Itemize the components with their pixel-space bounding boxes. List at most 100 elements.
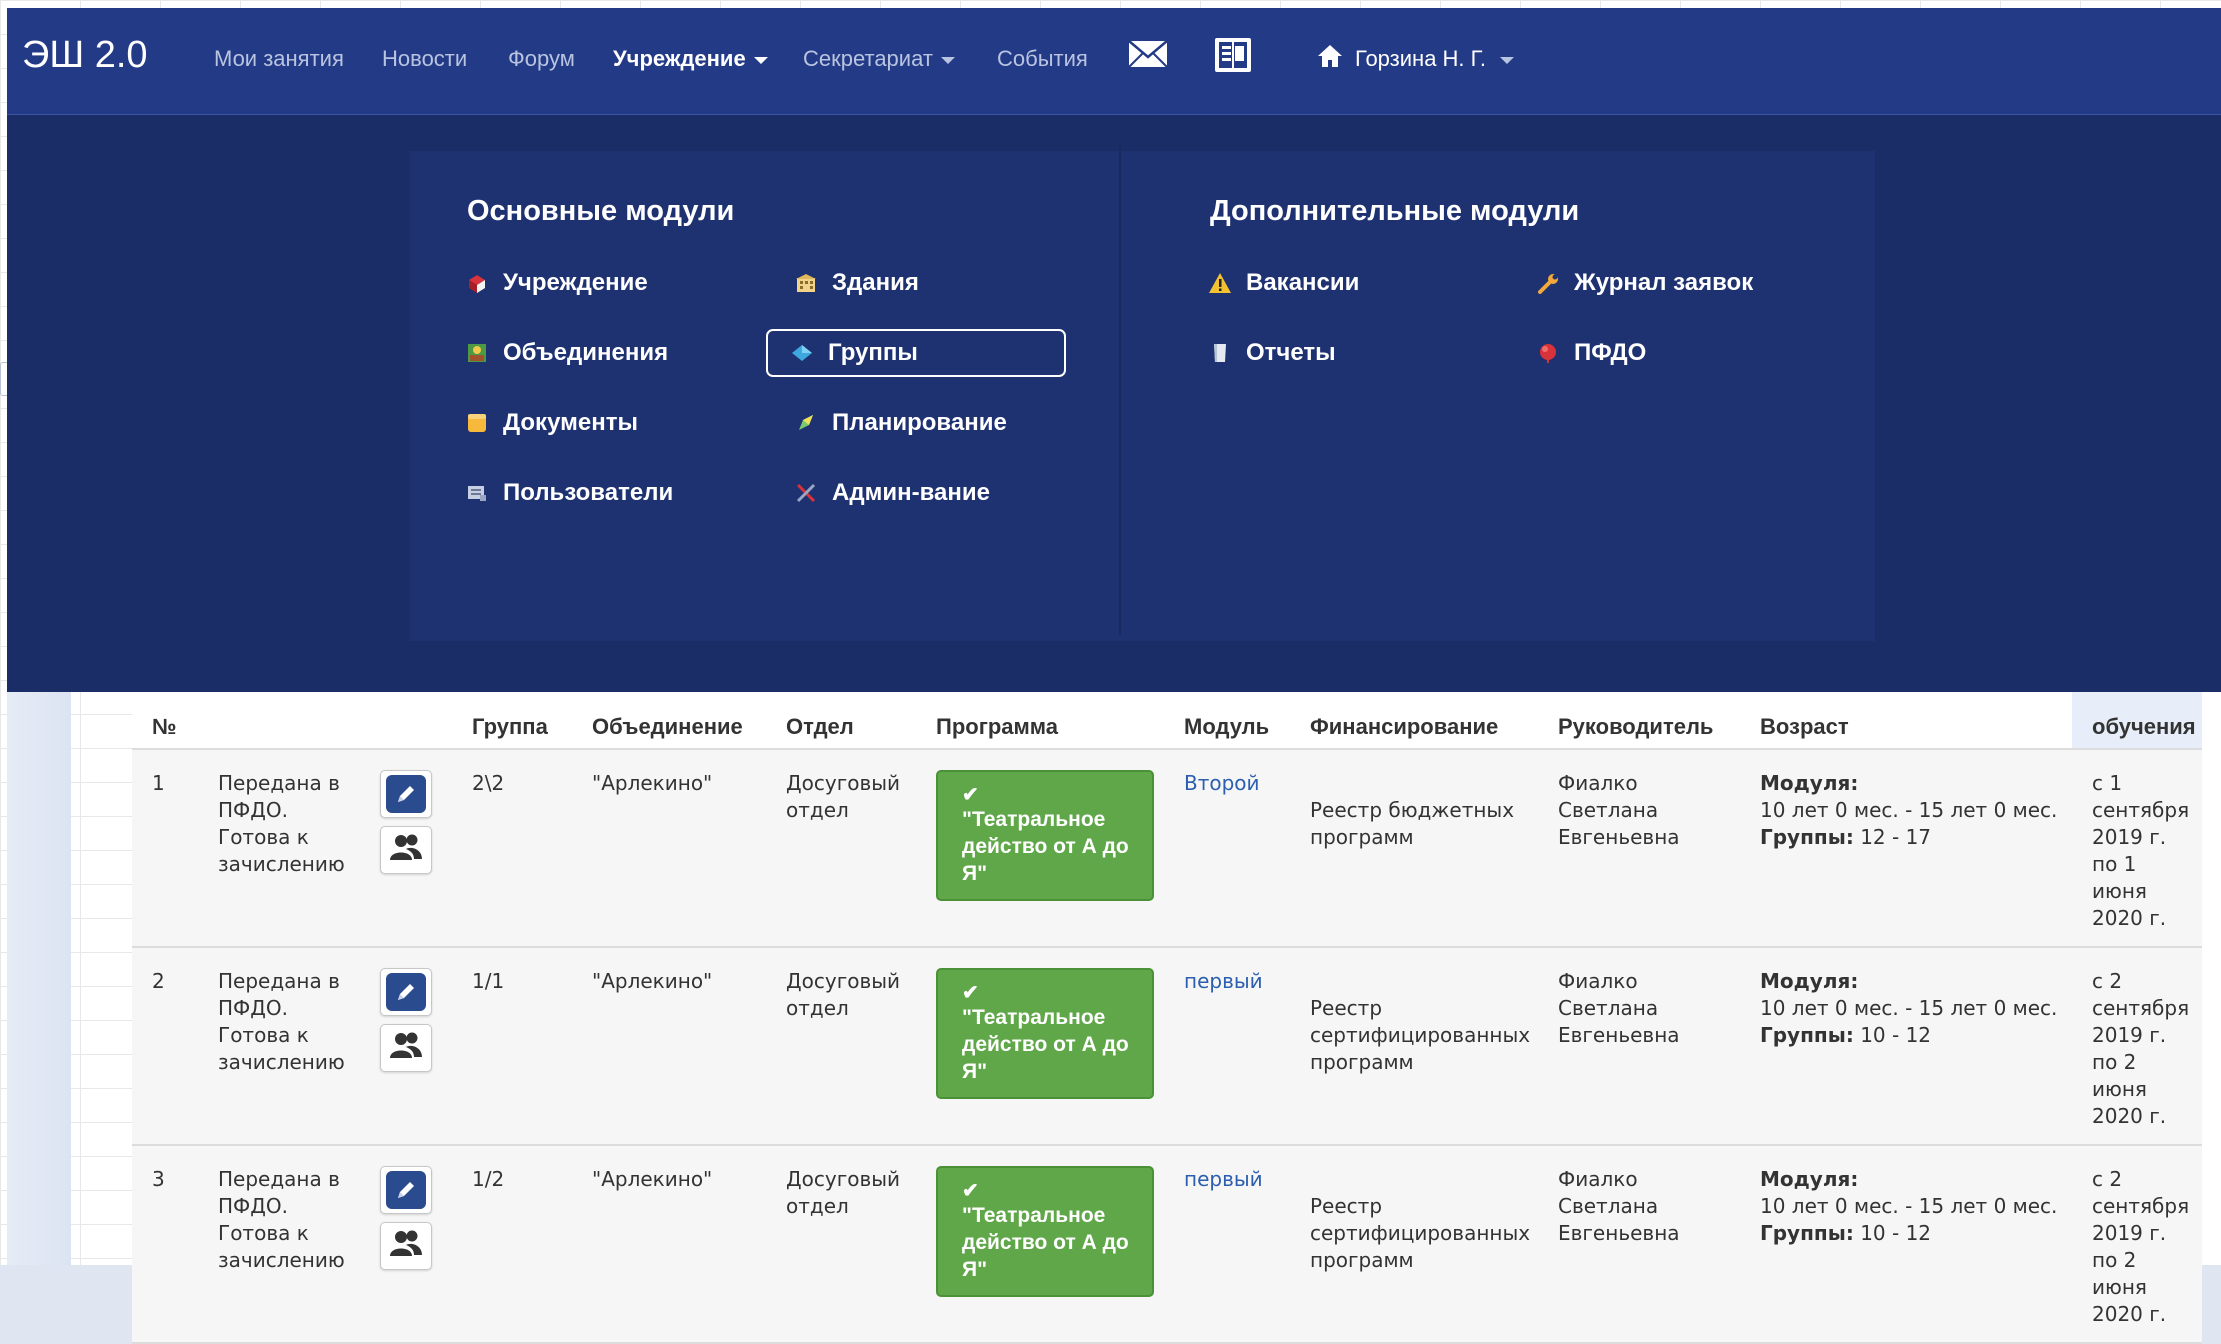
- nav-institution[interactable]: Учреждение: [613, 46, 768, 72]
- age-group-label: Группы:: [1760, 1023, 1854, 1047]
- nav-forum[interactable]: Форум: [508, 46, 575, 72]
- row-number: 3: [132, 1145, 198, 1344]
- menu-item-reports[interactable]: Отчеты: [1190, 329, 1490, 377]
- age-module-value: 10 лет 0 мес. - 15 лет 0 мес.: [1760, 1194, 2058, 1218]
- documents-icon: [465, 411, 489, 435]
- admin-tools-icon: [794, 481, 818, 505]
- col-header-department[interactable]: Отдел: [766, 690, 916, 750]
- users-list-icon: [465, 481, 489, 505]
- menu-item-documents[interactable]: Документы: [447, 399, 747, 447]
- pencil-icon: [386, 1171, 426, 1209]
- program-button[interactable]: ✔ "Театральное действо от А до Я": [936, 770, 1154, 901]
- user-menu[interactable]: Горзина Н. Г.: [1317, 44, 1514, 74]
- menu-item-label: Админ-вание: [832, 479, 990, 506]
- row-period: с 2 сентября 2019 г. по 2 июня 2020 г.: [2072, 1145, 2202, 1344]
- column-divider: [1119, 145, 1121, 635]
- groups-table-container: № Группа Объединение Отдел Программа Мод…: [132, 690, 2221, 1344]
- col-header-association[interactable]: Объединение: [572, 690, 766, 750]
- row-group: 2\2: [452, 749, 572, 948]
- module-link[interactable]: первый: [1184, 1167, 1263, 1191]
- students-button[interactable]: [380, 826, 432, 874]
- menu-item-groups[interactable]: Группы: [766, 329, 1066, 377]
- col-header-number[interactable]: №: [132, 690, 198, 750]
- row-module: первый: [1164, 947, 1290, 1146]
- nav-news[interactable]: Новости: [382, 46, 467, 72]
- menu-item-institution[interactable]: Учреждение: [447, 259, 747, 307]
- menu-item-label: Группы: [828, 339, 918, 366]
- institution-icon: [465, 271, 489, 295]
- col-header-group[interactable]: Группа: [452, 690, 572, 750]
- row-financing: Реестр сертифицированных программ: [1290, 1145, 1538, 1344]
- buildings-icon: [794, 271, 818, 295]
- menu-item-buildings[interactable]: Здания: [776, 259, 1076, 307]
- institution-dropdown-menu: [7, 115, 2221, 692]
- students-button[interactable]: [380, 1024, 432, 1072]
- menu-item-pfdo[interactable]: ПФДО: [1518, 329, 1818, 377]
- home-icon: [1317, 44, 1343, 74]
- menu-item-label: Объединения: [503, 339, 669, 366]
- age-module-value: 10 лет 0 мес. - 15 лет 0 мес.: [1760, 798, 2058, 822]
- menu-item-label: Планирование: [832, 409, 1007, 436]
- row-program-cell: ✔ "Театральное действо от А до Я": [916, 1145, 1164, 1344]
- col-header-financing[interactable]: Финансирование: [1290, 690, 1538, 750]
- row-financing: Реестр сертифицированных программ: [1290, 947, 1538, 1146]
- age-group-label: Группы:: [1760, 1221, 1854, 1245]
- row-status: Передана в ПФДО. Готова к зачислению: [198, 1145, 360, 1344]
- financing-text: Реестр бюджетных программ: [1310, 798, 1515, 849]
- menu-item-admin[interactable]: Админ-вание: [776, 469, 1076, 517]
- nav-secretariat[interactable]: Секретариат: [803, 46, 955, 72]
- wrench-icon: [1536, 271, 1560, 295]
- program-button[interactable]: ✔ "Театральное действо от А до Я": [936, 968, 1154, 1099]
- edit-button[interactable]: [380, 770, 432, 818]
- age-module-label: Модуля:: [1760, 1167, 1859, 1191]
- menu-item-label: Документы: [503, 409, 638, 436]
- row-department: Досуговый отдел: [766, 947, 916, 1146]
- row-actions: [360, 1145, 452, 1344]
- col-header-program[interactable]: Программа: [916, 690, 1164, 750]
- col-header-status: [198, 690, 360, 750]
- edit-button[interactable]: [380, 1166, 432, 1214]
- row-program-cell: ✔ "Театральное действо от А до Я": [916, 749, 1164, 948]
- menu-item-planning[interactable]: Планирование: [776, 399, 1076, 447]
- menu-item-associations[interactable]: Объединения: [447, 329, 747, 377]
- nav-my-classes[interactable]: Мои занятия: [214, 46, 344, 72]
- table-row: 2 Передана в ПФДО. Готова к зачислению 1…: [132, 947, 2202, 1146]
- age-group-value: 10 - 12: [1860, 1221, 1932, 1245]
- pencil-icon: [386, 973, 426, 1011]
- financing-text: Реестр сертифицированных программ: [1310, 996, 1531, 1074]
- age-module-label: Модуля:: [1760, 969, 1859, 993]
- module-link[interactable]: Второй: [1184, 771, 1260, 795]
- caret-down-icon: [1500, 57, 1514, 64]
- edit-button[interactable]: [380, 968, 432, 1016]
- row-status: Передана в ПФДО. Готова к зачислению: [198, 749, 360, 948]
- menu-item-label: ПФДО: [1574, 339, 1647, 366]
- nav-events[interactable]: События: [997, 46, 1088, 72]
- age-module-label: Модуля:: [1760, 771, 1859, 795]
- row-actions: [360, 947, 452, 1146]
- students-button[interactable]: [380, 1222, 432, 1270]
- col-header-period[interactable]: обучения: [2072, 690, 2202, 750]
- brand-logo[interactable]: ЭШ 2.0: [22, 34, 148, 77]
- mail-icon[interactable]: [1127, 38, 1169, 75]
- row-period: с 1 сентября 2019 г. по 1 июня 2020 г.: [2072, 749, 2202, 948]
- menu-item-vacancies[interactable]: Вакансии: [1190, 259, 1490, 307]
- groups-table: № Группа Объединение Отдел Программа Мод…: [132, 690, 2202, 1344]
- row-number: 1: [132, 749, 198, 948]
- reports-icon: [1208, 341, 1232, 365]
- program-button[interactable]: ✔ "Театральное действо от А до Я": [936, 1166, 1154, 1297]
- journal-icon[interactable]: [1213, 36, 1253, 79]
- col-header-leader[interactable]: Руководитель: [1538, 690, 1740, 750]
- menu-item-users[interactable]: Пользователи: [447, 469, 747, 517]
- table-row: 3 Передана в ПФДО. Готова к зачислению 1…: [132, 1145, 2202, 1344]
- menu-item-request-log[interactable]: Журнал заявок: [1518, 259, 1818, 307]
- col-header-age[interactable]: Возраст: [1740, 690, 2072, 750]
- col-header-module[interactable]: Модуль: [1164, 690, 1290, 750]
- row-module: первый: [1164, 1145, 1290, 1344]
- row-department: Досуговый отдел: [766, 749, 916, 948]
- module-link[interactable]: первый: [1184, 969, 1263, 993]
- checkmark-icon: ✔: [962, 1180, 979, 1202]
- menu-item-label: Журнал заявок: [1574, 269, 1754, 296]
- age-group-value: 10 - 12: [1860, 1023, 1932, 1047]
- menu-item-label: Здания: [832, 269, 919, 296]
- planning-icon: [794, 411, 818, 435]
